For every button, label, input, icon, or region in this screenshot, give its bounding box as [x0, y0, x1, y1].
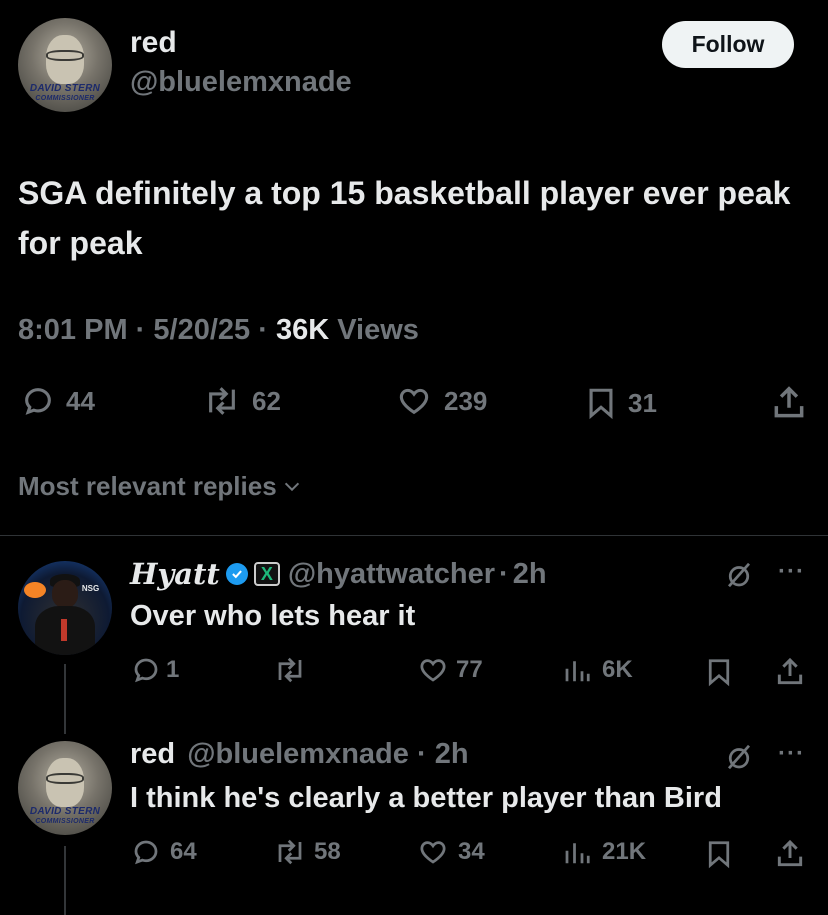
views-icon: [565, 661, 590, 682]
reply-avatar[interactable]: NSG: [18, 561, 112, 655]
repost-count: 62: [252, 385, 281, 416]
bookmark-count: 31: [628, 387, 657, 418]
reply-count: 1: [166, 656, 180, 683]
share-icon: [774, 386, 804, 418]
like-count: 77: [456, 656, 483, 683]
thread-line: [64, 664, 66, 734]
heart-icon: [420, 841, 446, 864]
views-icon: [565, 843, 590, 864]
author-name[interactable]: red: [130, 26, 177, 60]
chevron-down-icon: [284, 482, 299, 491]
reply-reply-button[interactable]: 64: [130, 837, 197, 867]
grok-icon[interactable]: [724, 560, 754, 595]
reply-share-button[interactable]: [774, 837, 806, 871]
reply-reply-button[interactable]: 1: [130, 655, 179, 685]
more-options-icon[interactable]: ···: [778, 740, 805, 768]
avatar-glasses: [46, 772, 84, 785]
reply-author-name[interactable]: Hyatt: [130, 557, 220, 591]
reply-author-name[interactable]: red: [130, 738, 175, 770]
reply-bookmark-button[interactable]: [704, 655, 734, 689]
tweet-meta: 8:01 PM · 5/20/25 · 36K Views: [18, 314, 419, 347]
views-label: Views: [337, 314, 419, 346]
heart-icon: [420, 659, 446, 682]
replies-sort-label: Most relevant replies: [18, 471, 277, 501]
reply-count: 64: [170, 838, 197, 865]
reply-avatar[interactable]: DAVID STERN COMMISSIONER: [18, 741, 112, 835]
reply-text: I think he's clearly a better player tha…: [130, 782, 722, 814]
thread-line: [64, 846, 66, 915]
verified-badge-icon: [225, 563, 248, 585]
bookmark-icon: [708, 659, 730, 687]
reply-author-handle[interactable]: @bluelemxnade: [187, 738, 409, 770]
views-count: 21K: [602, 838, 647, 865]
repost-icon: [209, 387, 235, 415]
reply-age[interactable]: 2h: [513, 558, 547, 591]
like-count: 239: [444, 385, 488, 416]
reply-views-button[interactable]: 6K: [562, 655, 633, 685]
avatar-banner-subtext: COMMISSIONER: [35, 95, 95, 103]
bookmark-button[interactable]: 31: [584, 384, 657, 422]
reply-repost-button[interactable]: 58: [272, 837, 341, 867]
tweet-text: SGA definitely a top 15 basketball playe…: [18, 175, 791, 261]
reply-header: Hyatt X @hyattwatcher · 2h: [130, 557, 547, 591]
reply-icon: [134, 658, 158, 683]
meta-separator: ·: [499, 557, 509, 590]
reply-like-button[interactable]: 34: [416, 837, 485, 867]
views-count: 6K: [602, 656, 633, 683]
bookmark-icon: [708, 841, 730, 869]
grok-icon[interactable]: [724, 742, 754, 777]
repost-icon: [278, 657, 302, 683]
avatar-banner-subtext: COMMISSIONER: [35, 818, 95, 826]
microphone-icon: [61, 619, 68, 642]
replies-divider: [0, 535, 828, 536]
reply-share-button[interactable]: [774, 655, 806, 689]
tweet-date[interactable]: 5/20/25: [153, 314, 250, 346]
reply-age[interactable]: 2h: [435, 738, 469, 770]
affiliate-badge-icon: X: [253, 562, 280, 586]
reply-like-button[interactable]: 77: [416, 655, 483, 685]
share-button[interactable]: [770, 384, 808, 422]
reply-bookmark-button[interactable]: [704, 837, 734, 871]
reply-button[interactable]: 44: [20, 384, 95, 418]
avatar-head: [51, 579, 79, 608]
reply-header: red @bluelemxnade · 2h: [130, 738, 469, 771]
tweet-time[interactable]: 8:01 PM: [18, 314, 128, 346]
repost-icon: [278, 839, 302, 865]
reply-count: 44: [66, 385, 95, 416]
repost-button[interactable]: 62: [202, 384, 281, 418]
avatar-banner-text: DAVID STERN: [29, 83, 101, 95]
more-options-icon[interactable]: ···: [778, 558, 805, 586]
avatar-banner: DAVID STERN COMMISSIONER: [18, 84, 112, 104]
bookmark-icon: [589, 388, 613, 420]
like-count: 34: [458, 838, 485, 865]
reply-repost-button[interactable]: [272, 655, 318, 685]
like-button[interactable]: 239: [394, 384, 487, 418]
meta-separator: ·: [258, 314, 268, 346]
meta-separator: ·: [135, 314, 146, 346]
author-avatar[interactable]: DAVID STERN COMMISSIONER: [18, 18, 112, 112]
reply-author-handle[interactable]: @hyattwatcher: [288, 558, 495, 591]
heart-icon: [399, 388, 429, 415]
reply-text: Over who lets hear it: [130, 600, 416, 632]
avatar-sponsor-text: NSG: [81, 583, 100, 593]
reply-icon: [134, 840, 158, 865]
knicks-logo-icon: [23, 581, 46, 598]
share-icon: [777, 839, 803, 867]
meta-separator: ·: [416, 738, 427, 770]
avatar-banner-text: DAVID STERN: [29, 806, 101, 818]
author-handle[interactable]: @bluelemxnade: [130, 66, 352, 99]
views-count: 36K: [275, 314, 330, 346]
share-icon: [777, 657, 803, 685]
repost-count: 58: [314, 838, 341, 865]
avatar-glasses: [46, 49, 84, 62]
reply-icon: [25, 388, 51, 415]
reply-views-button[interactable]: 21K: [562, 837, 646, 867]
replies-sort-dropdown[interactable]: Most relevant replies: [18, 471, 305, 502]
follow-button[interactable]: Follow: [662, 21, 794, 68]
avatar-banner: DAVID STERN COMMISSIONER: [18, 807, 112, 827]
